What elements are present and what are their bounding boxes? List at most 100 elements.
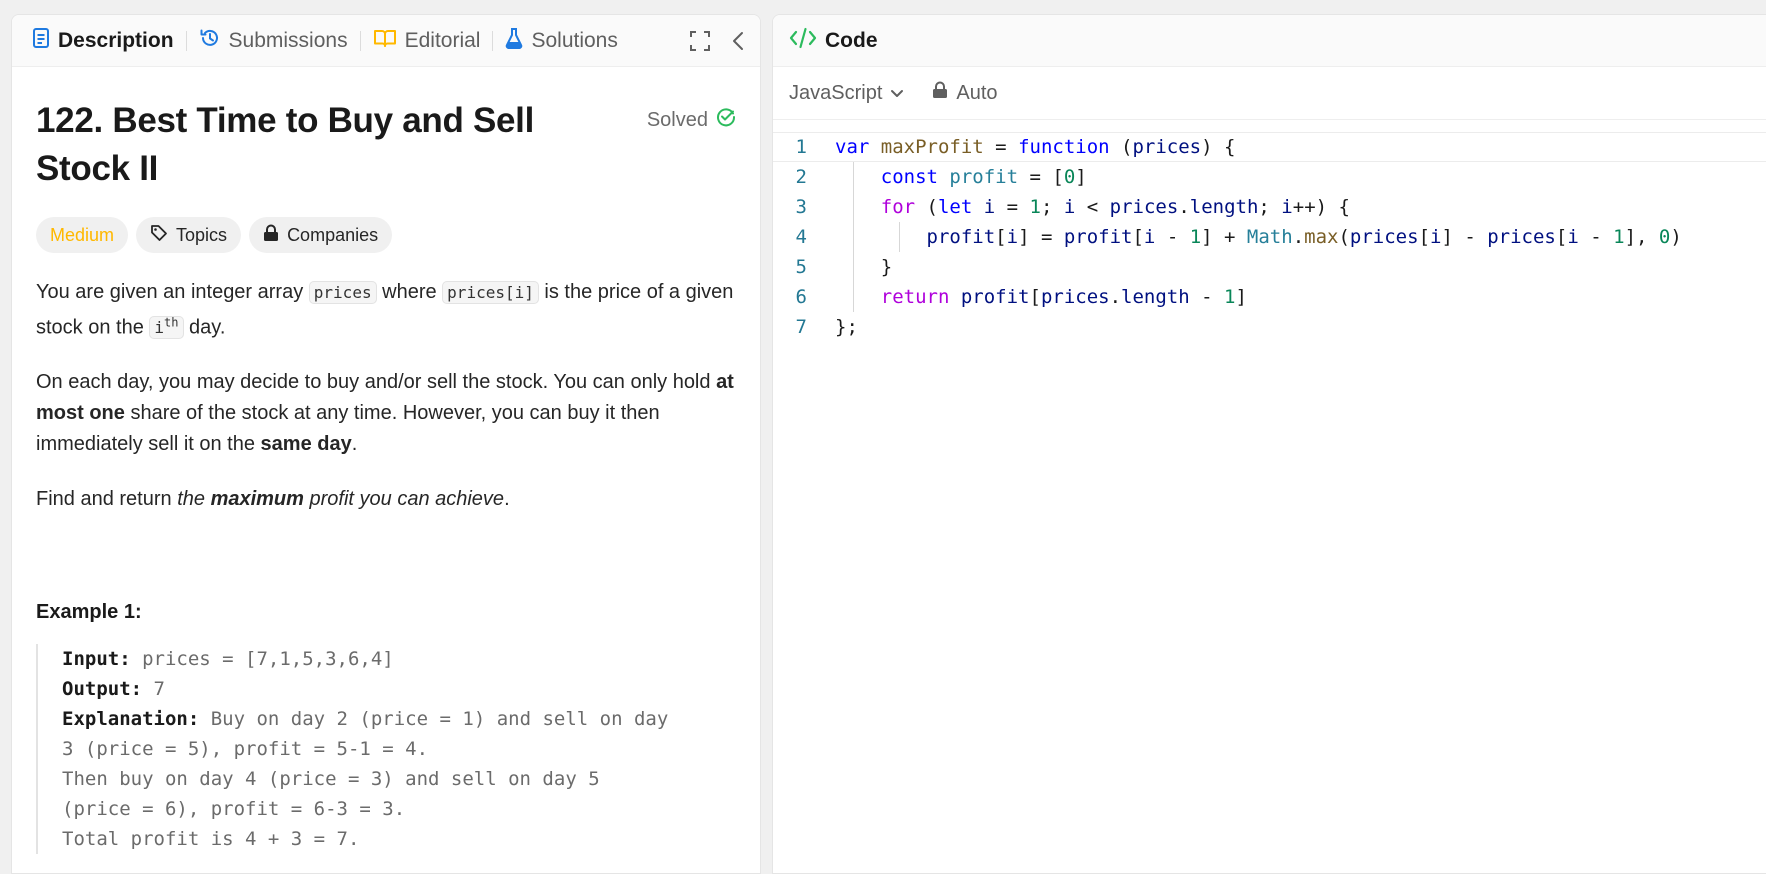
tab-code-label: Code — [825, 28, 878, 52]
difficulty-badge: Medium — [36, 217, 129, 253]
chevron-left-icon[interactable] — [732, 31, 744, 51]
book-icon — [373, 28, 397, 54]
title-row: 122. Best Time to Buy and Sell Stock II … — [36, 97, 736, 193]
code-line-text: var maxProfit = function (prices) { — [835, 136, 1236, 158]
input-label: Input: — [62, 648, 131, 671]
tab-code[interactable]: Code — [789, 27, 878, 55]
description-icon — [32, 27, 50, 54]
text: . — [351, 433, 358, 456]
check-circle-icon — [716, 107, 736, 133]
difficulty-label: Medium — [50, 224, 115, 245]
tab-divider — [185, 30, 187, 51]
text: You are given an integer array — [36, 281, 309, 303]
example-output: Output: 7 — [62, 674, 736, 704]
tab-solutions[interactable]: Solutions — [505, 27, 618, 55]
topics-button[interactable]: Topics — [136, 217, 242, 253]
output-label: Output: — [62, 678, 143, 701]
text: i — [154, 318, 165, 338]
language-label: JavaScript — [789, 81, 883, 104]
tab-editorial-label: Editorial — [404, 28, 481, 52]
description-paragraph-1: You are given an integer array prices wh… — [36, 277, 736, 343]
tab-divider — [359, 30, 361, 51]
explanation-line: (price = 6), profit = 6-3 = 3. — [62, 798, 406, 821]
code-line: 2 const profit = [0] — [773, 162, 1766, 192]
code-toolbar: JavaScript Auto — [773, 67, 1766, 120]
description-tabbar: Description Submissions Editorial Soluti… — [12, 15, 760, 67]
text: day. — [183, 316, 226, 339]
explanation-line: 3 (price = 5), profit = 5-1 = 4. — [62, 738, 429, 761]
expand-icon[interactable] — [690, 30, 710, 51]
history-icon — [199, 27, 221, 55]
line-number: 1 — [795, 136, 807, 158]
lock-icon — [932, 81, 948, 105]
input-value: prices = [7,1,5,3,6,4] — [130, 648, 394, 671]
line-number: 7 — [795, 316, 807, 338]
superscript: th — [164, 316, 179, 330]
flask-icon — [505, 27, 523, 55]
problem-description: 122. Best Time to Buy and Sell Stock II … — [12, 67, 760, 855]
problem-title[interactable]: 122. Best Time to Buy and Sell Stock II — [36, 97, 576, 193]
code-line-text: for (let i = 1; i < prices.length; i++) … — [880, 196, 1350, 218]
indent-guide — [853, 162, 854, 312]
code-line-text: }; — [835, 316, 858, 338]
tab-solutions-label: Solutions — [531, 28, 618, 52]
indent-guide — [899, 222, 900, 252]
code-panel: Code JavaScript Auto 1 var maxProfit = f… — [772, 14, 1766, 874]
inline-code: prices — [308, 281, 377, 304]
text: Find and return — [36, 488, 178, 511]
explanation-label: Explanation: — [62, 708, 200, 731]
explanation-line: Total profit is 4 + 3 = 7. — [62, 828, 360, 851]
italic-text: profit you can achieve — [303, 488, 505, 511]
example-explanation: Explanation: Buy on day 2 (price = 1) an… — [62, 704, 736, 734]
tab-description[interactable]: Description — [32, 27, 174, 54]
tag-icon — [150, 224, 168, 247]
explanation-line: Buy on day 2 (price = 1) and sell on day — [199, 708, 669, 731]
italic-text: the — [177, 488, 211, 511]
lock-icon — [263, 224, 279, 247]
code-line: 5 } — [773, 252, 1766, 282]
inline-code: ith — [149, 316, 184, 340]
code-line-text: profit[i] = profit[i - 1] + Math.max(pri… — [926, 226, 1682, 248]
line-number: 5 — [795, 256, 807, 278]
text: . — [504, 488, 510, 511]
line-number: 4 — [795, 226, 807, 248]
text: where — [376, 281, 443, 303]
topics-label: Topics — [176, 224, 228, 245]
code-line-text: } — [835, 256, 893, 278]
badge-row: Medium Topics Companies — [36, 217, 736, 253]
code-line: 1 var maxProfit = function (prices) { — [773, 132, 1766, 162]
inline-code: prices[i] — [442, 281, 539, 304]
solved-label: Solved — [646, 108, 708, 131]
code-line: 4 profit[i] = profit[i - 1] + Math.max(p… — [773, 222, 1766, 252]
code-icon — [789, 27, 817, 55]
code-line: 7 }; — [773, 312, 1766, 342]
tab-description-label: Description — [58, 28, 174, 52]
description-panel: Description Submissions Editorial Soluti… — [11, 14, 761, 874]
code-line-text: return profit[prices.length - 1] — [880, 286, 1247, 308]
language-select[interactable]: JavaScript — [789, 82, 904, 105]
explanation-line: Then buy on day 4 (price = 3) and sell o… — [62, 768, 600, 791]
description-paragraph-3: Find and return the maximum profit you c… — [36, 484, 736, 515]
line-number: 3 — [795, 196, 807, 218]
tab-submissions-label: Submissions — [228, 28, 348, 52]
line-number: 6 — [795, 286, 807, 308]
text: On each day, you may decide to buy and/o… — [36, 371, 717, 394]
code-line: 3 for (let i = 1; i < prices.length; i++… — [773, 192, 1766, 222]
auto-mode[interactable]: Auto — [932, 81, 998, 105]
tab-submissions[interactable]: Submissions — [199, 27, 348, 55]
auto-label: Auto — [956, 81, 998, 104]
companies-button[interactable]: Companies — [249, 217, 393, 253]
example-title: Example 1: — [36, 601, 142, 624]
bold-text: same day — [260, 433, 352, 456]
example-input: Input: prices = [7,1,5,3,6,4] — [62, 644, 736, 674]
panel-tools — [690, 30, 760, 51]
tab-editorial[interactable]: Editorial — [373, 28, 481, 54]
code-editor[interactable]: 1 var maxProfit = function (prices) { 2 … — [773, 120, 1766, 342]
code-line-text: const profit = [0] — [880, 166, 1087, 188]
line-number: 2 — [795, 166, 807, 188]
companies-label: Companies — [287, 224, 379, 245]
code-line: 6 return profit[prices.length - 1] — [773, 282, 1766, 312]
output-value: 7 — [142, 678, 165, 701]
chevron-down-icon — [890, 82, 904, 105]
tab-divider — [492, 30, 494, 51]
